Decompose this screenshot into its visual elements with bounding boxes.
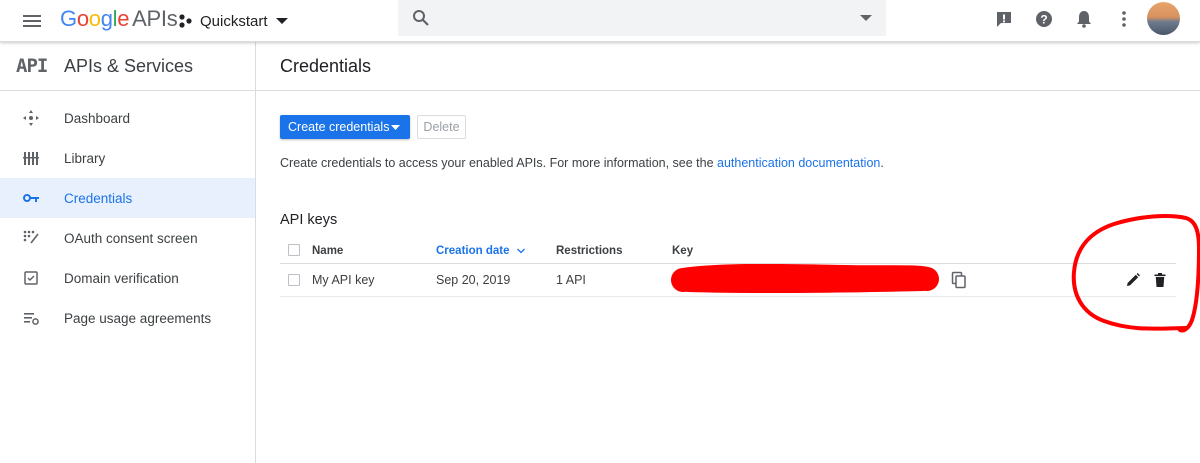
sidebar-item-label: Library [64, 150, 106, 166]
column-header-creation-date-label: Creation date [436, 245, 510, 257]
api-keys-heading: API keys [280, 212, 338, 228]
row-checkbox[interactable] [288, 274, 300, 286]
sidebar-item-label: Dashboard [64, 110, 131, 126]
authentication-documentation-link[interactable]: authentication documentation [717, 156, 880, 170]
page-title: Credentials [280, 56, 372, 76]
logo-google-text: Google [60, 6, 130, 31]
copy-icon[interactable] [950, 271, 968, 289]
info-text-end: . [880, 156, 884, 170]
sidebar-header: API APIs & Services [0, 42, 255, 91]
search-icon [413, 10, 429, 26]
chevron-down-icon [391, 125, 400, 130]
sidebar-nav: Dashboard Library Credentials OAuth cons… [0, 98, 255, 338]
top-app-bar: Google APIs Quickstart ? [0, 0, 1200, 42]
page-header: Credentials [256, 42, 1200, 91]
sidebar-item-label: Domain verification [64, 270, 179, 286]
info-text-body: Create credentials to access your enable… [280, 156, 718, 170]
menu-icon[interactable] [20, 9, 44, 33]
sidebar-item-label: Page usage agreements [64, 310, 212, 326]
project-icon [179, 14, 192, 28]
select-all-checkbox[interactable] [288, 244, 300, 256]
search-dropdown-icon[interactable] [860, 14, 872, 22]
sidebar-item-oauth-consent-screen[interactable]: OAuth consent screen [0, 218, 255, 258]
avatar[interactable] [1147, 2, 1180, 35]
create-credentials-button[interactable]: Create credentials [280, 115, 410, 139]
help-icon[interactable]: ? [1034, 9, 1054, 29]
sidebar-item-dashboard[interactable]: Dashboard [0, 98, 255, 138]
search-bar[interactable] [398, 0, 886, 36]
api-logo-icon: API [16, 55, 48, 77]
key-icon [23, 194, 39, 202]
project-selector[interactable]: Quickstart [178, 9, 288, 33]
sidebar-item-label: OAuth consent screen [64, 230, 198, 246]
domain-verification-icon [24, 271, 38, 285]
dashboard-icon [23, 110, 39, 126]
cell-restrictions: 1 API [556, 273, 586, 287]
sidebar-item-page-usage-agreements[interactable]: Page usage agreements [0, 298, 255, 338]
more-vert-icon[interactable] [1114, 9, 1134, 29]
column-header-creation-date[interactable]: Creation date [436, 245, 525, 257]
project-name: Quickstart [200, 12, 268, 30]
sidebar-item-domain-verification[interactable]: Domain verification [0, 258, 255, 298]
trash-icon[interactable] [1152, 272, 1168, 288]
column-header-name[interactable]: Name [312, 245, 343, 257]
sidebar-item-credentials[interactable]: Credentials [0, 178, 255, 218]
table-header: Name Creation date Restrictions Key [280, 240, 1176, 264]
svg-text:?: ? [1040, 13, 1047, 27]
sort-chevron-down-icon [516, 248, 525, 254]
table-row[interactable]: My API key Sep 20, 2019 1 API [280, 264, 1176, 297]
redaction-scribble [671, 264, 939, 294]
notifications-icon[interactable] [1074, 9, 1094, 29]
cell-name[interactable]: My API key [312, 273, 375, 287]
column-header-restrictions[interactable]: Restrictions [556, 245, 622, 257]
delete-button[interactable]: Delete [417, 115, 466, 139]
info-text: Create credentials to access your enable… [280, 156, 884, 170]
settings-list-icon [24, 313, 39, 325]
create-credentials-label: Create credentials [288, 120, 390, 134]
library-icon [23, 152, 39, 165]
chevron-down-icon [275, 18, 288, 24]
cell-creation-date: Sep 20, 2019 [436, 273, 511, 287]
sidebar-item-label: Credentials [64, 190, 133, 206]
sidebar-title: APIs & Services [64, 56, 194, 76]
sidebar-item-library[interactable]: Library [0, 138, 255, 178]
logo-apis-text: APIs [132, 6, 178, 31]
google-apis-logo[interactable]: Google APIs [60, 6, 178, 32]
oauth-icon [23, 230, 39, 244]
edit-icon[interactable] [1125, 272, 1141, 288]
api-keys-table: Name Creation date Restrictions Key My A… [280, 240, 1176, 297]
sidebar: API APIs & Services Dashboard Library Cr… [0, 42, 256, 463]
column-header-key[interactable]: Key [672, 245, 693, 257]
feedback-icon[interactable] [994, 9, 1014, 29]
search-input[interactable] [442, 8, 842, 28]
